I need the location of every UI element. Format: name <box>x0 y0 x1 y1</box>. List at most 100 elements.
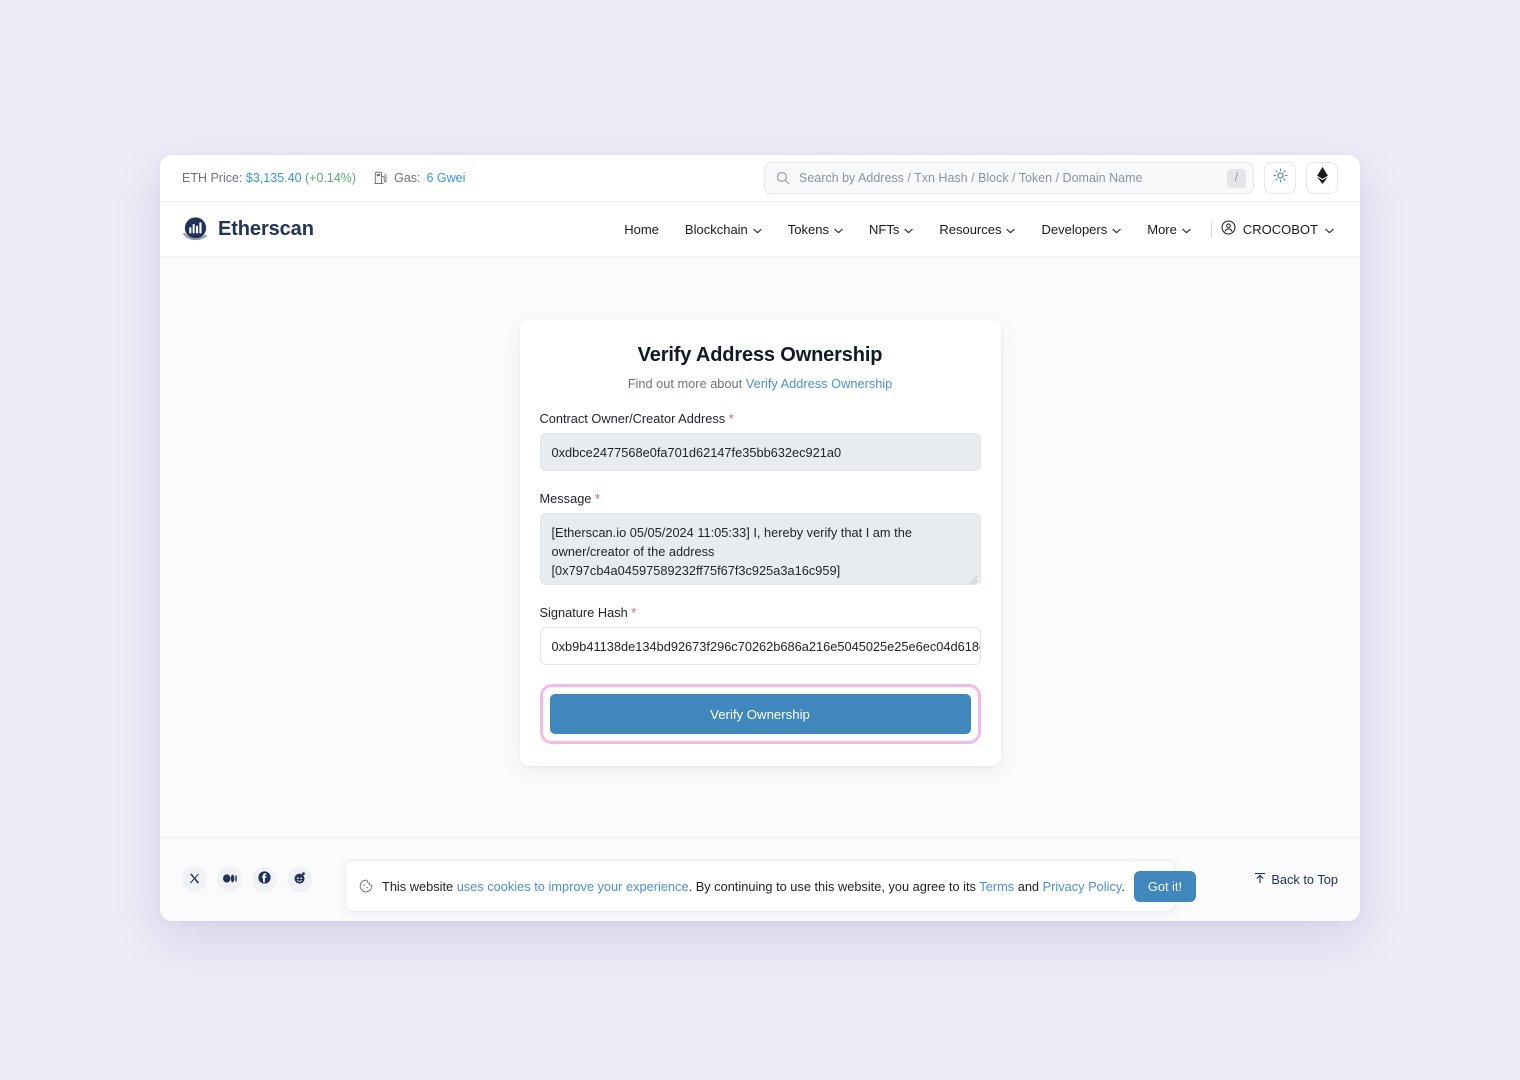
nav-label: Resources <box>939 221 1002 237</box>
facebook-icon <box>258 870 271 889</box>
main-navigation: Etherscan Home Blockchain Tokens NFTs Re… <box>160 202 1360 257</box>
learn-more-link[interactable]: Verify Address Ownership <box>746 376 893 391</box>
cookie-policy-link[interactable]: uses cookies to improve your experience <box>457 879 689 894</box>
nav-label: Tokens <box>787 221 829 237</box>
chevron-down-icon <box>753 222 762 237</box>
search-icon <box>776 171 790 185</box>
utility-bar: ETH Price: $3,135.40 (+0.14%) Gas: 6 Gwe… <box>160 155 1360 202</box>
etherscan-logo[interactable]: Etherscan <box>182 216 314 243</box>
page-title: Verify Address Ownership <box>637 344 883 366</box>
nav-label: Blockchain <box>684 221 748 237</box>
chevron-down-icon <box>1112 222 1121 237</box>
cookie-accept-button[interactable]: Got it! <box>1133 870 1197 902</box>
browser-window: ETH Price: $3,135.40 (+0.14%) Gas: 6 Gwe… <box>160 155 1360 921</box>
cookie-text-4: . <box>1121 878 1125 894</box>
label-text: Contract Owner/Creator Address <box>539 411 726 426</box>
required-marker: * <box>631 605 637 620</box>
field-message: Message * [Etherscan.io 05/05/2024 11:05… <box>539 491 981 585</box>
message-value: [Etherscan.io 05/05/2024 11:05:33] I, he… <box>551 525 912 578</box>
message-textarea[interactable]: [Etherscan.io 05/05/2024 11:05:33] I, he… <box>539 513 981 585</box>
back-to-top-button[interactable]: Back to Top <box>1254 872 1338 887</box>
cookie-text-2: . By continuing to use this website, you… <box>688 878 980 894</box>
x-twitter-link[interactable] <box>182 867 207 892</box>
chevron-down-icon <box>1325 222 1334 237</box>
x-icon <box>189 871 200 889</box>
card-subtitle: Find out more about Verify Address Owner… <box>540 376 981 391</box>
gas-pump-icon <box>374 171 388 185</box>
label-text: Signature Hash <box>539 605 628 620</box>
reddit-link[interactable] <box>287 867 312 892</box>
search-placeholder: Search by Address / Txn Hash / Block / T… <box>799 171 1143 185</box>
chevron-down-icon <box>1182 222 1191 237</box>
subtitle-text: Find out more about <box>627 376 746 391</box>
message-field-label: Message * <box>540 491 981 506</box>
back-to-top-label: Back to Top <box>1271 872 1338 887</box>
address-field-label: Contract Owner/Creator Address * <box>540 411 981 426</box>
nav-item-home[interactable]: Home <box>611 222 672 237</box>
gas-tracker[interactable]: Gas: 6 Gwei <box>374 171 465 185</box>
nav-label: More <box>1147 221 1177 237</box>
privacy-policy-link[interactable]: Privacy Policy <box>1043 879 1122 894</box>
label-text: Message <box>539 491 592 506</box>
nav-label: NFTs <box>869 221 900 237</box>
required-marker: * <box>728 411 734 426</box>
verify-ownership-button[interactable]: Verify Ownership <box>549 694 971 734</box>
cookie-icon <box>359 879 373 893</box>
nav-item-blockchain[interactable]: Blockchain <box>672 222 775 237</box>
search-shortcut-badge: / <box>1227 168 1246 188</box>
field-contract-owner-address: Contract Owner/Creator Address * 0xdbce2… <box>539 411 981 471</box>
search-input[interactable]: Search by Address / Txn Hash / Block / T… <box>764 162 1254 194</box>
medium-icon <box>222 871 237 889</box>
theme-toggle-button[interactable] <box>1264 162 1296 194</box>
nav-item-resources[interactable]: Resources <box>926 222 1028 237</box>
ethereum-icon <box>1316 167 1328 189</box>
social-links <box>182 867 312 892</box>
nav-item-developers[interactable]: Developers <box>1028 222 1134 237</box>
nav-label: Developers <box>1041 221 1108 237</box>
market-stats: ETH Price: $3,135.40 (+0.14%) Gas: 6 Gwe… <box>182 171 465 185</box>
nav-label: Home <box>624 221 659 237</box>
gas-label: Gas: <box>394 171 421 185</box>
nav-item-more[interactable]: More <box>1134 222 1204 237</box>
nav-items: Home Blockchain Tokens NFTs Resources De… <box>611 220 1338 238</box>
eth-price: ETH Price: $3,135.40 (+0.14%) <box>182 171 356 185</box>
cookie-text: This website uses cookies to improve you… <box>382 879 1125 894</box>
signature-field-label: Signature Hash * <box>540 605 981 620</box>
chevron-down-icon <box>1006 222 1016 237</box>
eth-price-value[interactable]: $3,135.40 <box>246 171 302 185</box>
resize-handle-icon[interactable] <box>967 571 978 584</box>
eth-price-change: (+0.14%) <box>305 171 357 185</box>
etherscan-mark-icon <box>182 216 209 243</box>
network-selector-button[interactable] <box>1306 162 1338 194</box>
cookie-consent-banner: This website uses cookies to improve you… <box>345 860 1197 912</box>
verify-address-ownership-card: Verify Address Ownership Find out more a… <box>519 320 1001 766</box>
nav-divider <box>1210 220 1212 238</box>
sun-icon <box>1272 168 1288 188</box>
cookie-text-1: This website <box>382 878 457 894</box>
chevron-down-icon <box>834 222 843 237</box>
cookie-text-3: and <box>1014 878 1043 894</box>
address-input[interactable]: 0xdbce2477568e0fa701d62147fe35bb632ec921… <box>539 433 981 471</box>
chevron-down-icon <box>904 222 913 237</box>
utility-bar-right: Search by Address / Txn Hash / Block / T… <box>764 162 1338 194</box>
address-value: 0xdbce2477568e0fa701d62147fe35bb632ec921… <box>551 444 842 460</box>
page-content: Verify Address Ownership Find out more a… <box>160 257 1360 837</box>
arrow-up-to-line-icon <box>1254 872 1266 887</box>
brand-name: Etherscan <box>218 217 314 240</box>
eth-price-label: ETH Price: <box>182 171 243 185</box>
reddit-icon <box>293 871 306 889</box>
nav-item-tokens[interactable]: Tokens <box>775 222 856 237</box>
nav-item-nfts[interactable]: NFTs <box>856 222 926 237</box>
signature-value: 0xb9b41138de134bd92673f296c70262b686a216… <box>551 638 981 654</box>
account-icon <box>1221 220 1236 238</box>
gas-value[interactable]: 6 Gwei <box>427 171 466 185</box>
verify-ownership-focus-ring: Verify Ownership <box>539 684 981 744</box>
footer: Back to Top This website uses cookies to… <box>160 837 1360 921</box>
user-menu[interactable]: CROCOBOT <box>1219 220 1338 238</box>
field-signature-hash: Signature Hash * 0xb9b41138de134bd92673f… <box>539 605 981 665</box>
signature-input[interactable]: 0xb9b41138de134bd92673f296c70262b686a216… <box>539 627 981 665</box>
user-name: CROCOBOT <box>1242 221 1318 237</box>
medium-link[interactable] <box>217 867 242 892</box>
facebook-link[interactable] <box>252 867 277 892</box>
terms-link[interactable]: Terms <box>979 879 1014 894</box>
